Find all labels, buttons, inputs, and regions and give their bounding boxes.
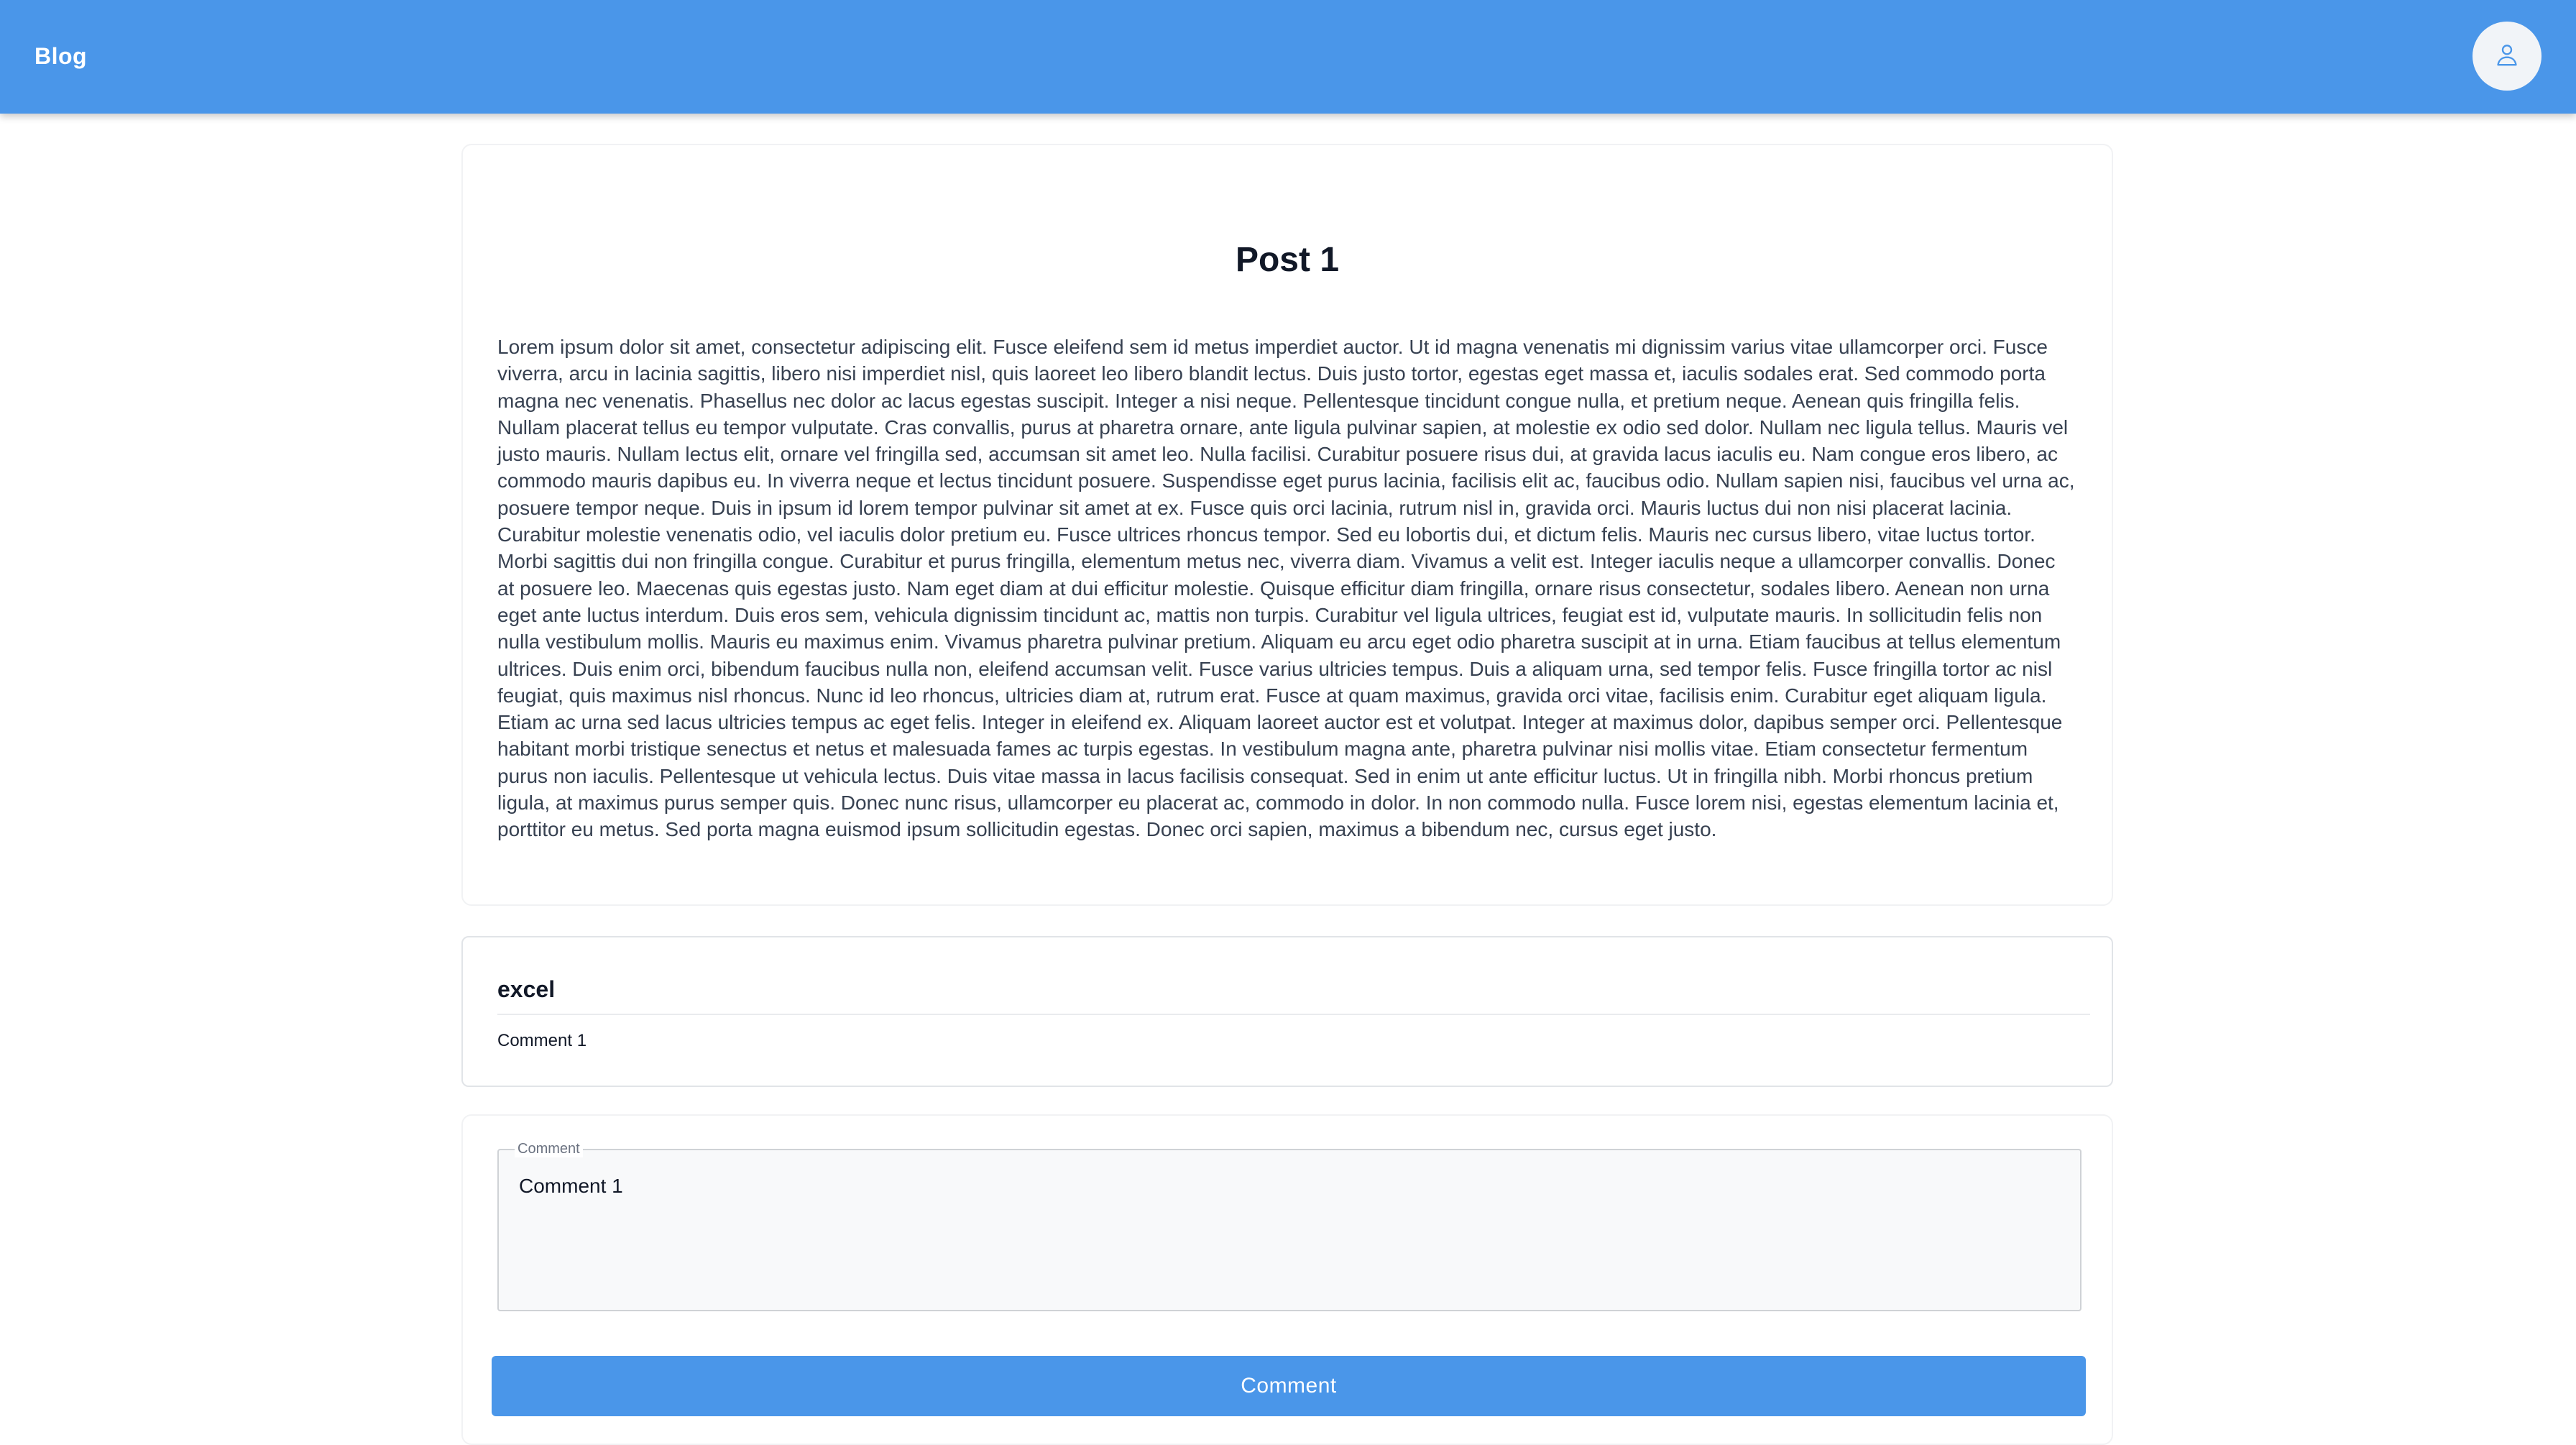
brand-title[interactable]: Blog: [34, 40, 87, 72]
post-body: Lorem ipsum dolor sit amet, consectetur …: [497, 336, 2075, 841]
app-header: Blog: [0, 0, 2576, 114]
account-button[interactable]: [2472, 22, 2542, 91]
user-icon: [2493, 40, 2521, 73]
post-card: Post 1 Lorem ipsum dolor sit amet, conse…: [461, 144, 2113, 906]
comment-textarea[interactable]: Comment 1: [499, 1150, 2080, 1310]
comment-text: Comment 1: [497, 1031, 587, 1050]
post-title: Post 1: [1235, 241, 1340, 279]
comment-field: Comment Comment 1: [497, 1140, 2082, 1311]
comment-submit-button[interactable]: Comment: [492, 1356, 2086, 1416]
comment-form: Comment Comment 1 Comment: [461, 1114, 2113, 1445]
comment-author: excel: [497, 976, 556, 1002]
divider: [497, 1014, 2090, 1015]
comment-card: excel Comment 1: [461, 936, 2113, 1087]
